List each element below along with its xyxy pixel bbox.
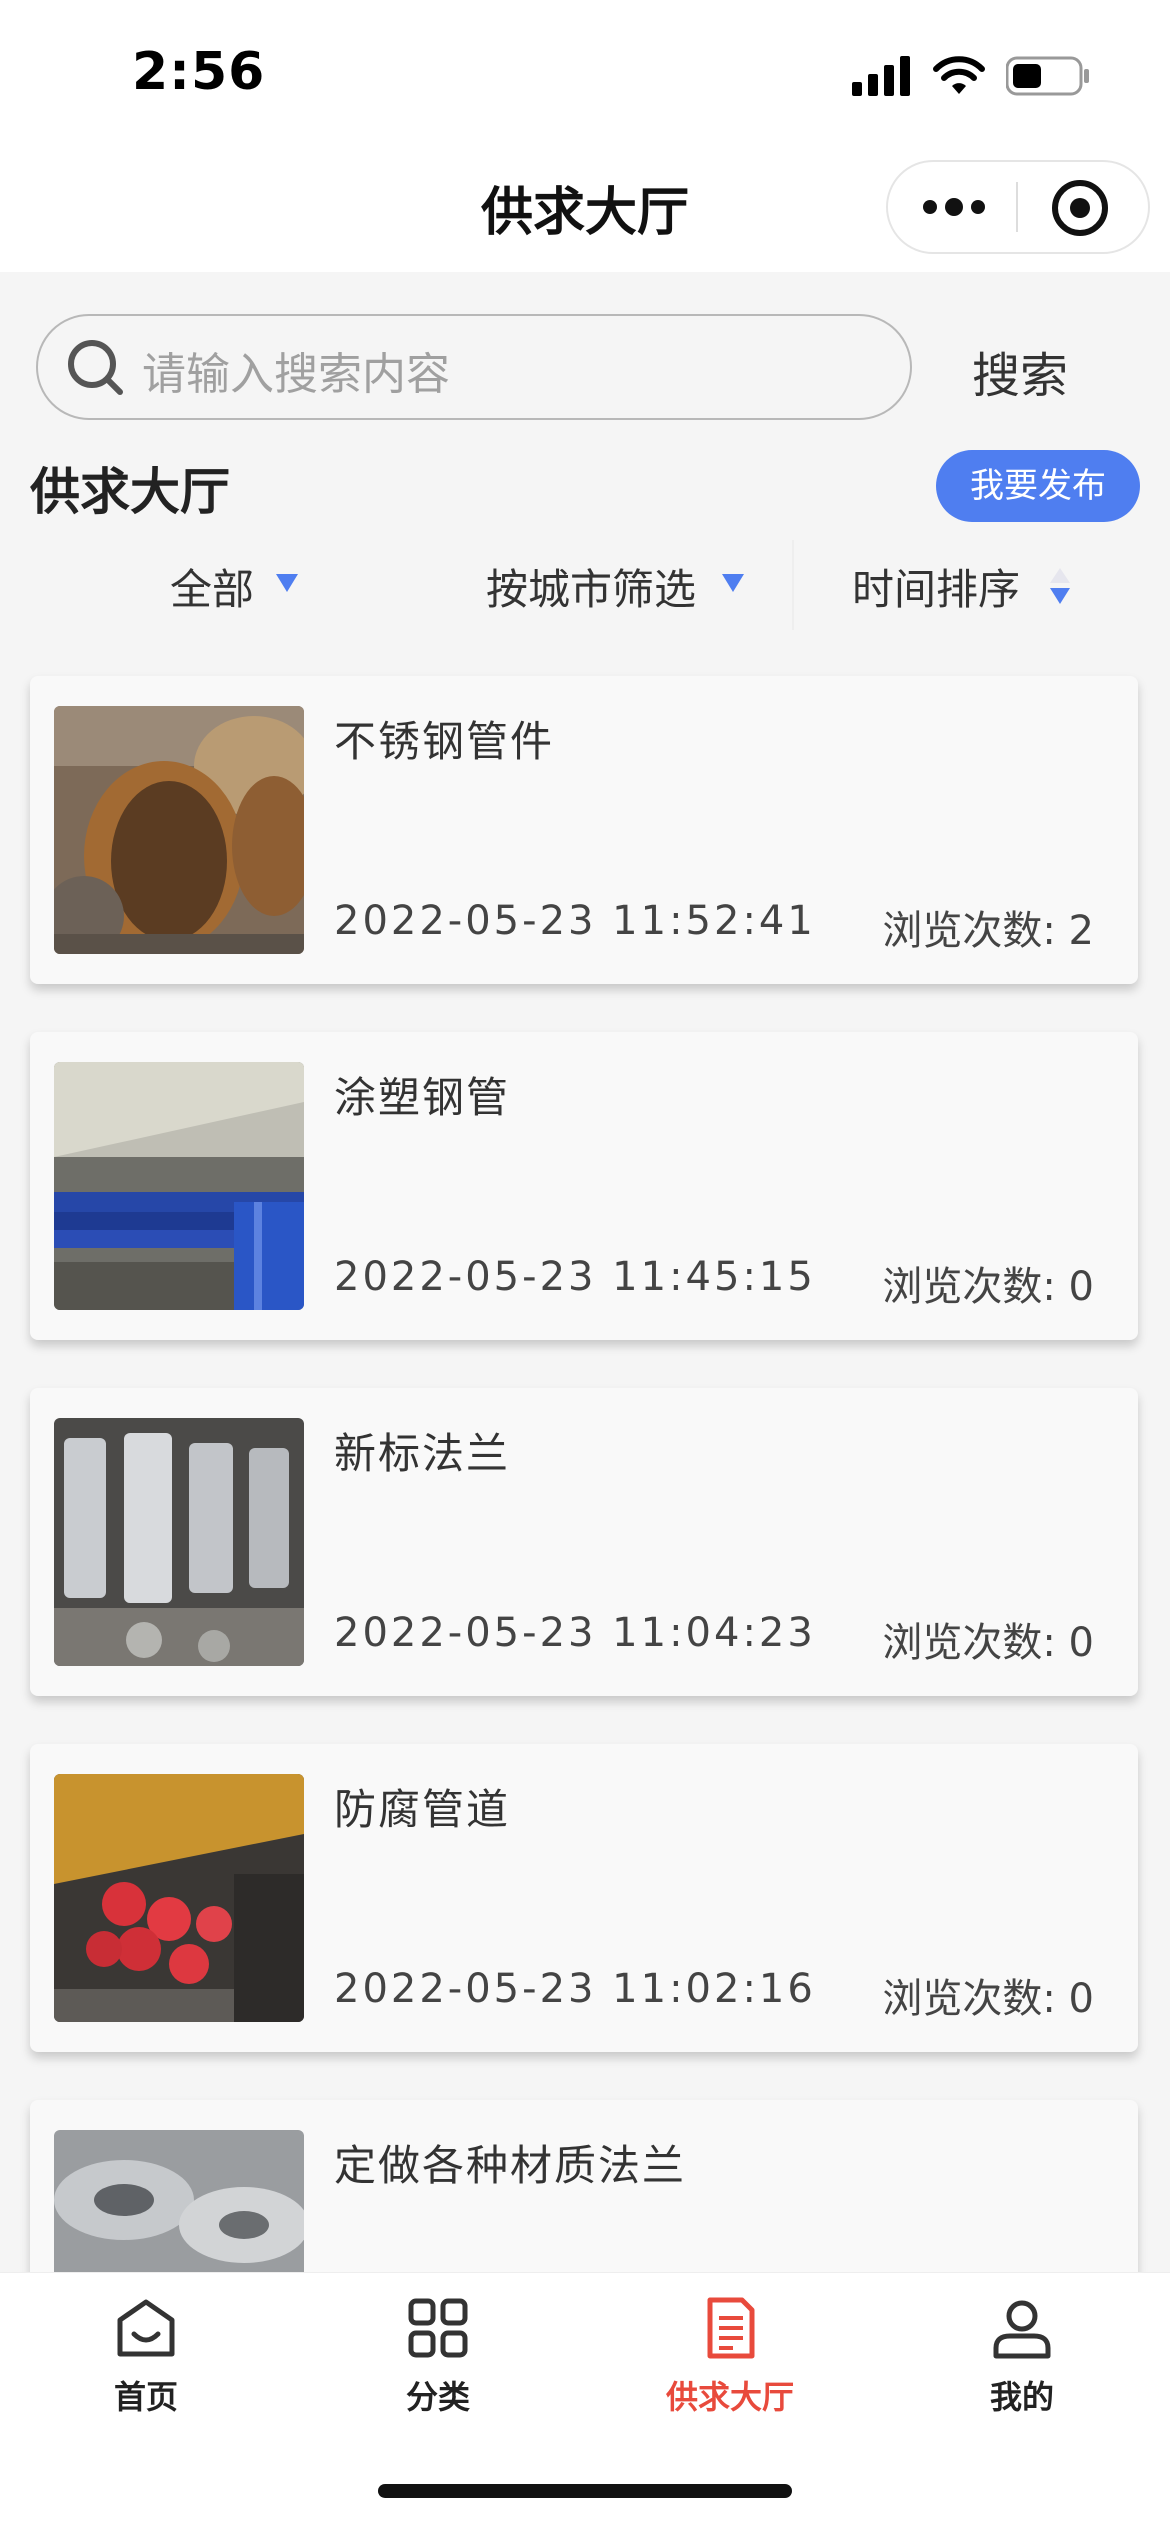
listing-date: 2022-05-23 11:04:23 [334, 1610, 816, 1656]
listing-title: 防腐管道 [334, 1785, 511, 1834]
more-menu-icon[interactable] [922, 194, 986, 220]
listing-views: 浏览次数: 0 [882, 1620, 1094, 1666]
battery-icon [1006, 56, 1089, 96]
filter-all[interactable]: 全部 [170, 556, 254, 617]
listing-thumbnail [54, 706, 304, 954]
dropdown-arrow-icon [722, 574, 744, 592]
tab-label: 分类 [405, 2378, 470, 2416]
search-button[interactable]: 搜索 [940, 336, 1100, 406]
filter-city-label: 按城市筛选 [486, 565, 697, 614]
listing-card[interactable]: 新标法兰 2022-05-23 11:04:23 浏览次数: 0 [30, 1388, 1138, 1696]
filter-divider [792, 540, 794, 630]
status-time: 2:56 [132, 42, 266, 102]
listing-thumbnail [54, 1418, 304, 1666]
filter-city[interactable]: 按城市筛选 [486, 556, 696, 617]
sort-arrows-icon [1050, 568, 1070, 604]
listing-thumbnail [54, 1774, 304, 2022]
listing-card[interactable]: 不锈钢管件 2022-05-23 11:52:41 浏览次数: 2 [30, 676, 1138, 984]
tab-mine[interactable]: 我的 [922, 2296, 1122, 2418]
listing-date: 2022-05-23 11:02:16 [334, 1966, 816, 2012]
close-miniprogram-icon[interactable] [1050, 178, 1110, 238]
search-icon [68, 340, 123, 395]
listing-date: 2022-05-23 11:52:41 [334, 898, 816, 944]
tab-category[interactable]: 分类 [338, 2296, 538, 2418]
wifi-icon [933, 56, 985, 94]
search-placeholder: 请输入搜索内容 [142, 349, 450, 400]
tab-supply-demand[interactable]: 供求大厅 [630, 2296, 830, 2418]
listing-title: 新标法兰 [334, 1429, 511, 1478]
section-title: 供求大厅 [30, 463, 230, 521]
filter-all-label: 全部 [170, 565, 255, 614]
grid-icon [408, 2298, 468, 2358]
sort-by-time[interactable]: 时间排序 [852, 556, 1020, 617]
listing-thumbnail [54, 1062, 304, 1310]
listing-views: 浏览次数: 0 [882, 1264, 1094, 1310]
signal-icon [852, 56, 910, 96]
tab-label: 首页 [113, 2378, 178, 2416]
listing-title: 涂塑钢管 [334, 1073, 511, 1122]
listing-views: 浏览次数: 0 [882, 1976, 1094, 2022]
sort-label: 时间排序 [852, 565, 1021, 614]
home-indicator [378, 2484, 792, 2498]
listing-card[interactable]: 防腐管道 2022-05-23 11:02:16 浏览次数: 0 [30, 1744, 1138, 2052]
dropdown-arrow-icon [276, 574, 298, 592]
tab-label: 供求大厅 [665, 2378, 794, 2416]
listing-date: 2022-05-23 11:45:15 [334, 1254, 816, 1300]
listing-card[interactable]: 涂塑钢管 2022-05-23 11:45:15 浏览次数: 0 [30, 1032, 1138, 1340]
home-icon [117, 2299, 175, 2357]
listing-title: 不锈钢管件 [334, 717, 555, 766]
document-icon [707, 2297, 755, 2359]
tab-home[interactable]: 首页 [46, 2296, 246, 2418]
publish-button[interactable]: 我要发布 [936, 450, 1140, 522]
listing-views: 浏览次数: 2 [882, 908, 1094, 954]
tab-label: 我的 [989, 2378, 1054, 2416]
user-icon [993, 2300, 1051, 2359]
capsule-divider [1016, 182, 1018, 232]
listing-title: 定做各种材质法兰 [334, 2141, 687, 2190]
